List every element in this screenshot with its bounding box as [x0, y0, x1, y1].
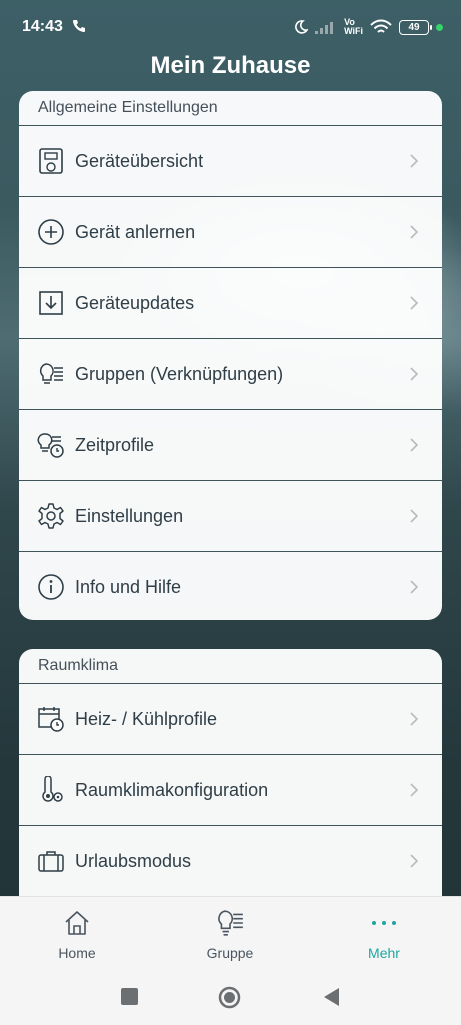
chevron-right-icon	[410, 509, 419, 523]
menu-item-label: Zeitprofile	[75, 434, 155, 455]
menu-item-raumklimakonfiguration[interactable]: Raumklimakonfiguration	[19, 754, 442, 825]
chevron-right-icon	[410, 154, 419, 168]
battery-indicator: 49	[399, 19, 432, 35]
menu-item-heiz-kuehlprofile[interactable]: Heiz- / Kühlprofile	[19, 683, 442, 754]
calendar-clock-icon	[36, 704, 66, 734]
chevron-right-icon	[410, 225, 419, 239]
plus-circle-icon	[36, 217, 66, 247]
chevron-right-icon	[410, 296, 419, 310]
thermometer-gear-icon	[36, 775, 66, 805]
menu-item-label: Einstellungen	[75, 505, 184, 526]
device-overview-icon	[36, 146, 66, 176]
menu-item-label: Urlaubsmodus	[75, 850, 192, 871]
home-icon	[17, 907, 137, 939]
menu-item-info-und-hilfe[interactable]: Info und Hilfe	[19, 551, 442, 620]
room-climate-card: Raumklima Heiz- / Kühlprofile Raumklimak…	[19, 649, 442, 909]
more-dots-icon	[324, 907, 444, 939]
nav-label: Mehr	[368, 945, 400, 961]
chevron-right-icon	[410, 854, 419, 868]
nav-mehr[interactable]: Mehr	[324, 907, 444, 961]
privacy-indicator-dot	[436, 23, 443, 31]
section-header: Allgemeine Einstellungen	[38, 99, 218, 116]
menu-item-geraeteupdates[interactable]: Geräteupdates	[19, 267, 442, 338]
chevron-right-icon	[410, 438, 419, 452]
nav-home[interactable]: Home	[17, 907, 137, 961]
phone-call-icon	[72, 20, 85, 33]
status-icons: Vo WiFi 49	[294, 16, 443, 38]
lightbulb-group-icon	[170, 907, 290, 939]
nav-label: Gruppe	[206, 945, 254, 961]
section-header: Raumklima	[38, 657, 119, 674]
menu-item-label: Gerät anlernen	[75, 221, 196, 242]
menu-item-zeitprofile[interactable]: Zeitprofile	[19, 409, 442, 480]
chevron-right-icon	[410, 783, 419, 797]
time-profile-icon	[36, 430, 66, 460]
lightbulb-group-icon	[36, 359, 66, 389]
menu-item-geraet-anlernen[interactable]: Gerät anlernen	[19, 196, 442, 267]
menu-item-label: Geräteübersicht	[75, 150, 204, 171]
menu-item-label: Heiz- / Kühlprofile	[75, 708, 218, 729]
menu-item-urlaubsmodus[interactable]: Urlaubsmodus	[19, 825, 442, 896]
chevron-right-icon	[410, 580, 419, 594]
menu-item-label: Gruppen (Verknüpfungen)	[75, 363, 284, 384]
info-icon	[36, 572, 66, 602]
menu-item-geraeteuebersicht[interactable]: Geräteübersicht	[19, 125, 442, 196]
nav-label: Home	[58, 945, 96, 961]
back-button[interactable]	[322, 987, 340, 1007]
suitcase-icon	[36, 846, 66, 876]
nav-gruppe[interactable]: Gruppe	[170, 907, 290, 961]
menu-item-label: Geräteupdates	[75, 292, 195, 313]
page-title: Mein Zuhause	[150, 52, 311, 79]
menu-item-label: Info und Hilfe	[75, 576, 182, 597]
wifi-icon	[370, 19, 392, 33]
vowifi-label: Vo WiFi	[344, 17, 363, 36]
gear-icon	[36, 501, 66, 531]
menu-item-einstellungen[interactable]: Einstellungen	[19, 480, 442, 551]
chevron-right-icon	[410, 712, 419, 726]
download-icon	[36, 288, 66, 318]
home-system-button[interactable]	[218, 986, 241, 1009]
status-bar: 14:43 Vo WiFi 49	[0, 0, 461, 56]
status-time: 14:43	[22, 18, 63, 35]
moon-icon	[295, 20, 309, 34]
recents-button[interactable]	[121, 988, 138, 1005]
menu-item-label: Raumklimakonfiguration	[75, 779, 269, 800]
general-settings-card: Allgemeine Einstellungen Geräteübersicht…	[19, 91, 442, 620]
system-navigation-bar	[0, 986, 461, 1009]
signal-icon	[315, 22, 334, 34]
menu-item-gruppen[interactable]: Gruppen (Verknüpfungen)	[19, 338, 442, 409]
chevron-right-icon	[410, 367, 419, 381]
